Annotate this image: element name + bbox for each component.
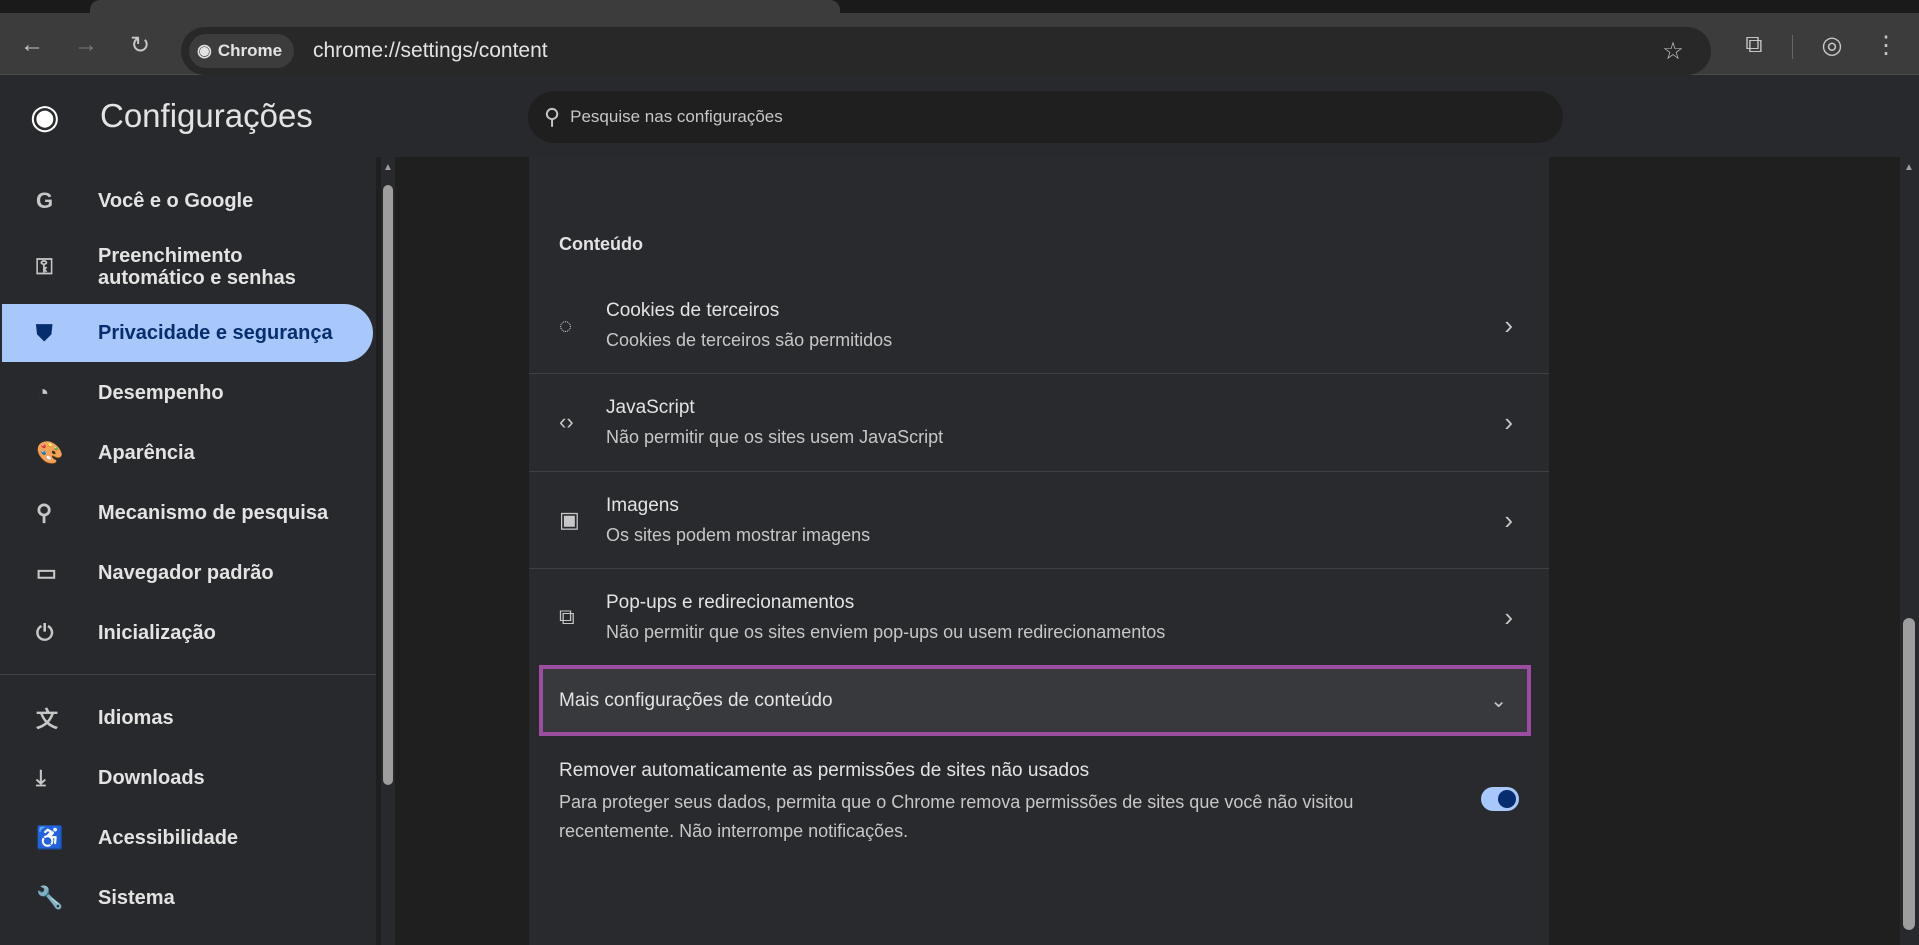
auto-remove-permissions: Remover automaticamente as permissões de…	[559, 760, 1459, 846]
toggle-knob	[1498, 790, 1516, 808]
forward-button[interactable]: →	[68, 27, 104, 63]
chip-label: Chrome	[218, 41, 282, 61]
permissions-title: Remover automaticamente as permissões de…	[559, 760, 1459, 782]
content-settings-card: Conteúdo ◌Cookies de terceiros Cookies de…	[529, 157, 1549, 945]
javascript-row[interactable]: ‹›JavaScript Não permitir que os sites us…	[529, 373, 1549, 470]
label: Inicialização	[98, 622, 216, 645]
url-text[interactable]: chrome://settings/content	[313, 39, 548, 63]
auto-remove-permissions-toggle[interactable]	[1481, 787, 1519, 811]
browser-window-icon: ▭	[2, 560, 98, 586]
label: Sistema	[98, 887, 175, 910]
search-placeholder: Pesquise nas configurações	[570, 107, 783, 127]
images-row[interactable]: ▣Imagens Os sites podem mostrar imagens ›	[529, 471, 1549, 568]
page-scrollbar-thumb[interactable]	[1903, 618, 1915, 930]
download-icon: ⤓	[2, 765, 98, 791]
chrome-logo-icon: ◉	[30, 97, 60, 137]
more-label: Mais configurações de conteúdo	[559, 690, 833, 712]
browser-toolbar: ← → ↻ ◉ Chrome chrome://settings/content …	[0, 13, 1919, 75]
row-subtitle: Não permitir que os sites enviem pop-ups…	[606, 622, 1165, 643]
reload-button[interactable]: ↻	[122, 27, 158, 63]
permissions-description: Para proteger seus dados, permita que o …	[559, 788, 1459, 846]
label: Navegador padrão	[98, 562, 274, 585]
label: Preenchimento automático e senhas	[98, 245, 298, 289]
menu-icon[interactable]: ⋮	[1868, 27, 1904, 63]
extensions-icon[interactable]: ⧉	[1736, 27, 1772, 63]
sidebar-item-autofill[interactable]: ⚿Preenchimento automático e senhas	[2, 238, 373, 296]
row-title: Pop-ups e redirecionamentos	[606, 592, 1165, 614]
sidebar-item-privacy[interactable]: ⛊Privacidade e segurança	[2, 304, 373, 362]
accessibility-icon: ♿	[2, 825, 98, 851]
label: Idiomas	[98, 707, 174, 730]
row-subtitle: Cookies de terceiros são permitidos	[606, 330, 892, 351]
power-icon: ⏻	[2, 620, 98, 646]
translate-icon: 文	[2, 702, 98, 734]
scroll-up-icon[interactable]: ▲	[383, 162, 393, 173]
speedometer-icon: ◔	[2, 380, 98, 406]
bookmark-star-icon[interactable]: ☆	[1655, 33, 1691, 69]
row-title: Cookies de terceiros	[606, 300, 892, 322]
cookies-row[interactable]: ◌Cookies de terceiros Cookies de terceiro…	[529, 277, 1549, 374]
label: Aparência	[98, 442, 195, 465]
image-icon: ▣	[529, 507, 606, 533]
settings-search-input[interactable]: ⚲ Pesquise nas configurações	[528, 91, 1563, 143]
sidebar-item-appearance[interactable]: 🎨Aparência	[2, 424, 373, 482]
row-title: JavaScript	[606, 397, 943, 419]
settings-header: ◉ Configurações ⚲ Pesquise nas configuraç…	[0, 75, 1919, 157]
more-content-settings-button[interactable]: Mais configurações de conteúdo ⌄	[539, 665, 1531, 736]
sidebar-item-languages[interactable]: 文Idiomas	[2, 689, 373, 747]
profile-icon[interactable]: ◎	[1814, 27, 1850, 63]
popups-row[interactable]: ⧉Pop-ups e redirecionamentos Não permitir…	[529, 568, 1549, 665]
chevron-right-icon: ›	[1504, 505, 1513, 536]
page-title: Configurações	[100, 97, 313, 135]
chevron-right-icon: ›	[1504, 407, 1513, 438]
row-title: Imagens	[606, 495, 870, 517]
sidebar-item-search-engine[interactable]: ⚲Mecanismo de pesquisa	[2, 484, 373, 542]
sidebar-item-downloads[interactable]: ⤓Downloads	[2, 749, 373, 807]
chevron-right-icon: ›	[1504, 602, 1513, 633]
sidebar-item-performance[interactable]: ◔Desempenho	[2, 364, 373, 422]
code-icon: ‹›	[529, 409, 606, 435]
search-icon: ⚲	[2, 500, 98, 526]
palette-icon: 🎨	[2, 440, 98, 466]
label: Você e o Google	[98, 190, 253, 213]
sidebar-scrollbar-thumb[interactable]	[383, 185, 393, 785]
site-chip[interactable]: ◉ Chrome	[189, 34, 294, 68]
chrome-logo-icon: ◉	[197, 41, 212, 61]
sidebar: GVocê e o Google ⚿Preenchimento automáti…	[0, 157, 376, 945]
wrench-icon: 🔧	[2, 885, 98, 911]
row-subtitle: Não permitir que os sites usem JavaScrip…	[606, 427, 943, 448]
row-subtitle: Os sites podem mostrar imagens	[606, 525, 870, 546]
sidebar-item-you-and-google[interactable]: GVocê e o Google	[2, 172, 373, 230]
google-icon: G	[2, 188, 98, 214]
shield-icon: ⛊	[2, 320, 98, 346]
label: Mecanismo de pesquisa	[98, 502, 328, 525]
label: Desempenho	[98, 382, 224, 405]
section-title: Conteúdo	[559, 234, 643, 255]
sidebar-item-accessibility[interactable]: ♿Acessibilidade	[2, 809, 373, 867]
label: Downloads	[98, 767, 205, 790]
sidebar-item-default-browser[interactable]: ▭Navegador padrão	[2, 544, 373, 602]
scroll-up-icon[interactable]: ▲	[1904, 162, 1914, 173]
search-icon: ⚲	[544, 104, 560, 130]
open-external-icon: ⧉	[529, 604, 606, 630]
sidebar-item-startup[interactable]: ⏻Inicialização	[2, 604, 373, 662]
sidebar-item-system[interactable]: 🔧Sistema	[2, 869, 373, 927]
label: Acessibilidade	[98, 827, 238, 850]
back-button[interactable]: ←	[14, 27, 50, 63]
chevron-down-icon: ⌄	[1490, 688, 1507, 713]
key-icon: ⚿	[2, 256, 98, 278]
toolbar-divider	[1792, 35, 1793, 59]
label: Privacidade e segurança	[98, 322, 333, 345]
address-bar[interactable]: ◉ Chrome chrome://settings/content ☆	[181, 27, 1711, 75]
cookie-icon: ◌	[529, 313, 606, 339]
sidebar-divider	[0, 674, 376, 675]
chevron-right-icon: ›	[1504, 310, 1513, 341]
